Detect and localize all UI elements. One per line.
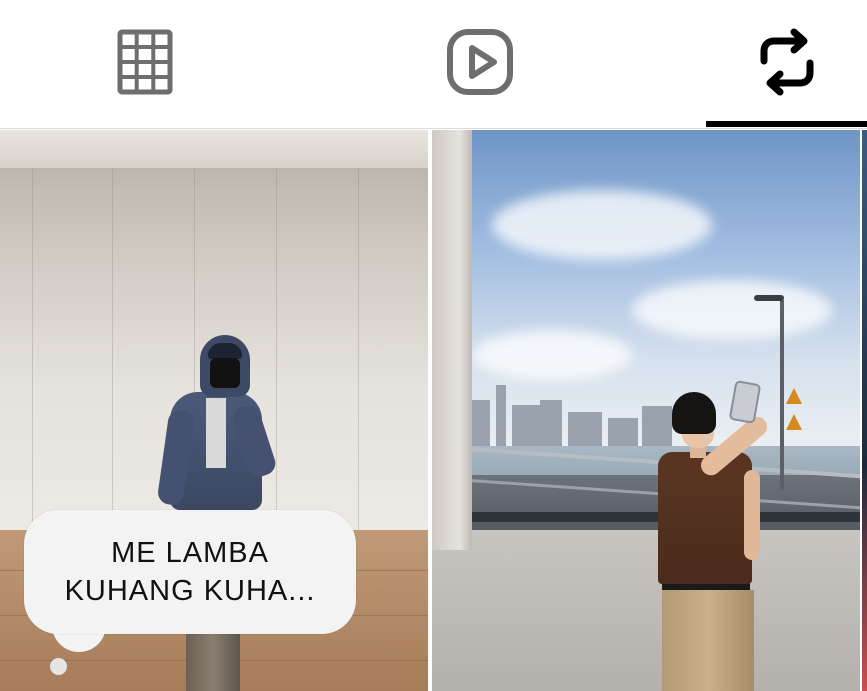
post-tile-2[interactable] [432, 130, 860, 691]
grid-icon [117, 29, 173, 100]
reposts-grid: ME LAMBA KUHANG KUHA... [0, 130, 867, 691]
road-sign [786, 414, 802, 430]
person-hair [672, 392, 716, 434]
person-pants [662, 590, 754, 691]
railing-bar [432, 512, 860, 522]
person-arm [744, 470, 760, 560]
tab-posts-grid[interactable] [0, 0, 290, 128]
concrete-wall [432, 530, 860, 691]
cloud [492, 190, 712, 260]
cloud [632, 280, 832, 340]
person-cap [208, 343, 242, 359]
person-mask [210, 358, 240, 388]
tab-reposts[interactable] [706, 0, 867, 128]
profile-screen: ME LAMBA KUHANG KUHA... [0, 0, 867, 691]
post-tile-3[interactable] [862, 130, 867, 691]
concrete-pillar [432, 130, 472, 550]
person-shirt [206, 398, 226, 468]
cloud [472, 330, 632, 380]
post-tile-1[interactable]: ME LAMBA KUHANG KUHA... [0, 130, 428, 691]
wall-panel-line [112, 168, 113, 568]
wall-panel-line [276, 168, 277, 568]
caption-speech-bubble: ME LAMBA KUHANG KUHA... [24, 510, 356, 634]
repost-icon [756, 27, 818, 102]
wall-panel-line [32, 168, 33, 568]
profile-tab-bar [0, 0, 867, 129]
reels-play-icon [446, 28, 514, 101]
caption-line-1: ME LAMBA [111, 537, 269, 569]
post-image-ceiling [0, 130, 428, 168]
wall-panel-line [358, 168, 359, 568]
street-lamp-head [754, 295, 784, 301]
active-tab-indicator [706, 121, 867, 127]
bubble-tail-dot [50, 658, 67, 675]
street-lamp [780, 300, 784, 490]
tab-reels[interactable] [330, 0, 630, 128]
road-sign [786, 388, 802, 404]
caption-line-2: KUHANG KUHA... [64, 575, 316, 607]
